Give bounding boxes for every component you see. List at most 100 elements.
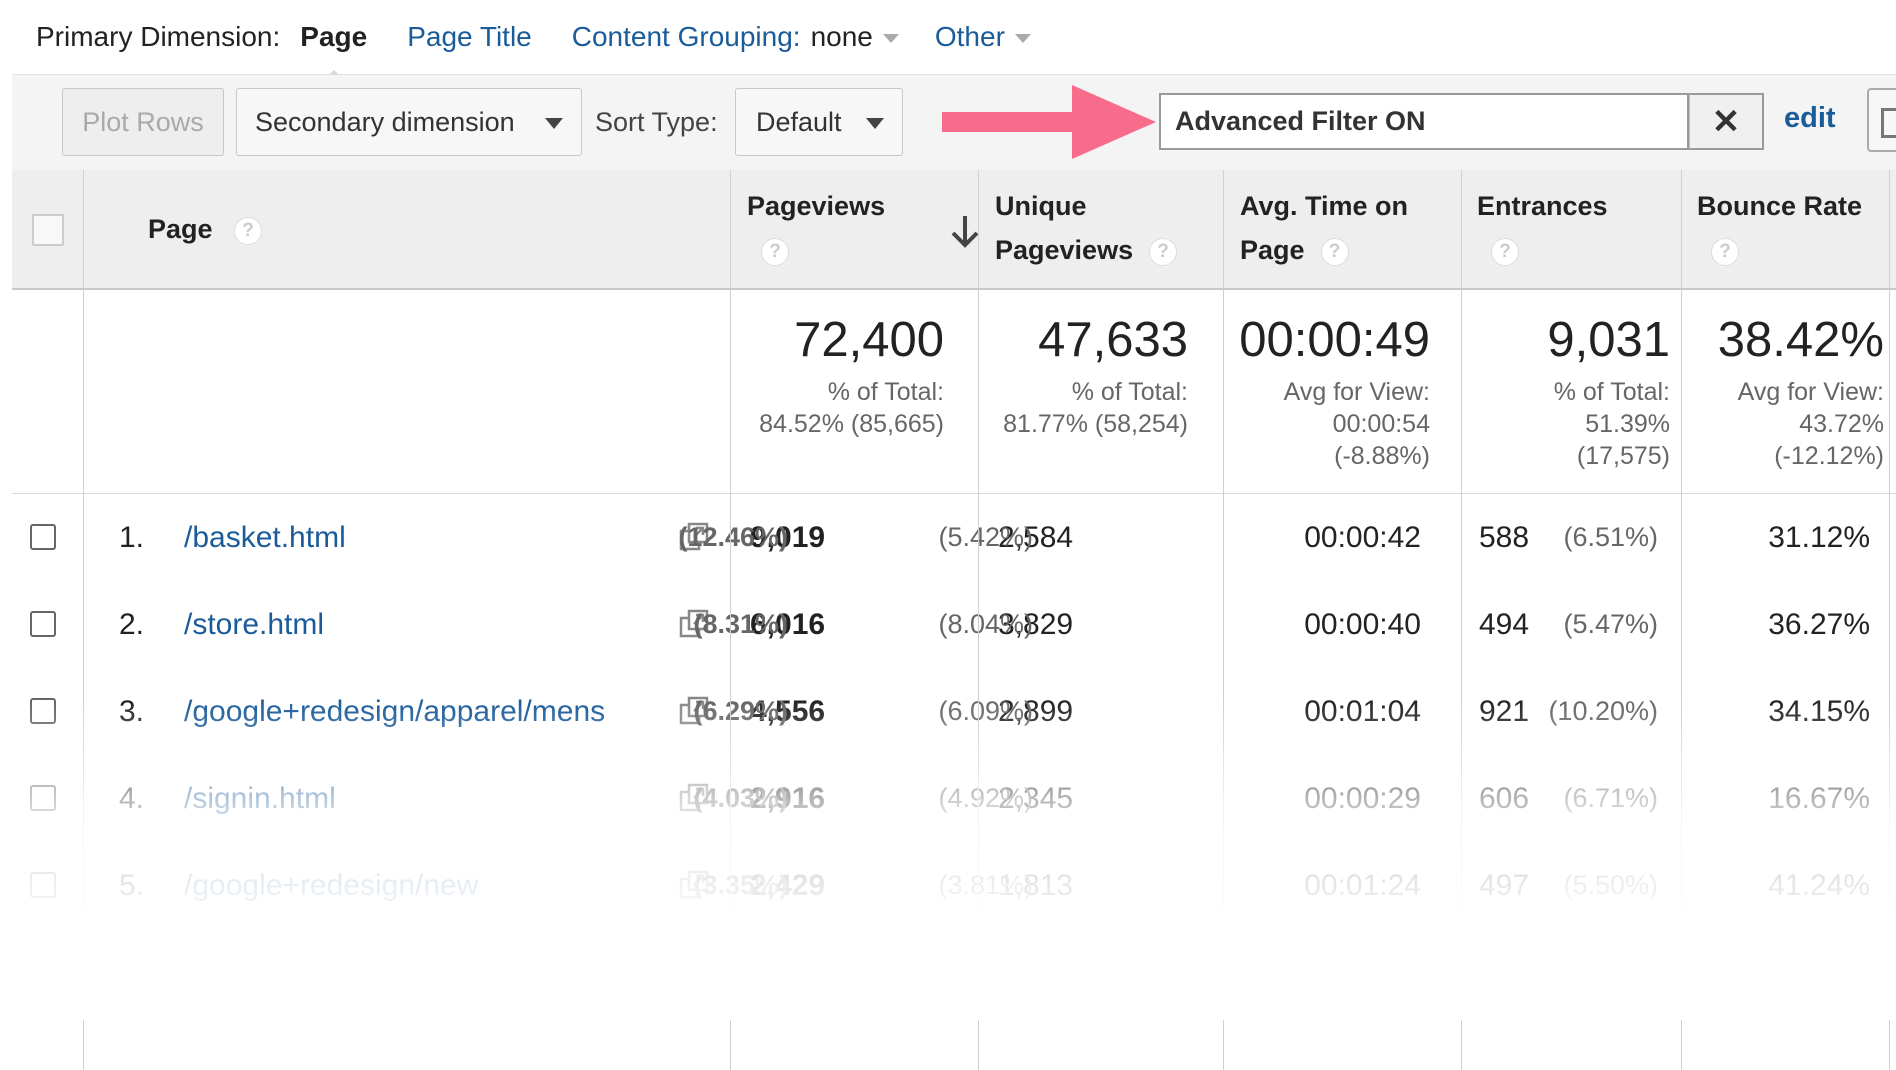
column-divider (1681, 170, 1682, 1070)
table-row[interactable]: 3. /google+redesign/apparel/mens 4,556 (… (12, 668, 1896, 756)
sort-type-label: Sort Type: (595, 107, 718, 137)
column-header-entrances[interactable]: Entrances ? (1477, 184, 1608, 272)
row-unique-percent: (3.81%) (938, 870, 1033, 900)
total-entrances-total: (17,575) (1576, 442, 1670, 470)
column-divider (730, 170, 731, 1070)
row-entrances: 494 (1479, 608, 1530, 641)
row-page-link[interactable]: /asearch.html (184, 929, 364, 1016)
total-avg-time-view: 00:00:54 (1332, 410, 1430, 438)
row-entrances: 497 (1479, 869, 1530, 902)
row-bounce-rate: 31.12% (1768, 521, 1870, 554)
column-divider (1223, 170, 1224, 1070)
help-icon[interactable]: ? (1149, 237, 1178, 266)
total-bounce-view: 43.72% (1799, 410, 1884, 438)
edit-filter-link[interactable]: edit (1784, 102, 1836, 135)
dimension-page-title-link[interactable]: Page Title (407, 21, 532, 53)
row-unique-percent: (5.42%) (938, 522, 1033, 552)
row-index: 1. (119, 521, 145, 554)
help-icon[interactable]: ? (234, 216, 263, 245)
total-entrances-detail: % of Total: 51.39% (17,575) (1554, 376, 1670, 472)
content-grouping-dropdown[interactable]: Content Grouping: none (572, 21, 899, 53)
total-avg-time-caption: Avg for View: (1283, 378, 1430, 406)
column-divider (1461, 170, 1462, 1070)
content-grouping-label: Content Grouping: (571, 21, 801, 52)
row-entrances-percent: (6.71%) (1563, 783, 1658, 813)
table-view-button[interactable] (1867, 88, 1896, 152)
table-row[interactable]: 1. /basket.html 9,019 (12.46%) 2,584 (5.… (12, 494, 1896, 582)
column-header-unique-line1: Unique (995, 191, 1087, 221)
help-icon[interactable]: ? (1320, 237, 1349, 266)
sort-type-dropdown[interactable]: Default (735, 88, 903, 156)
table-row[interactable]: 2. /store.html 6,016 (8.31%) 3,829 (8.04… (12, 581, 1896, 669)
row-index: 6. (119, 956, 145, 989)
row-checkbox[interactable] (30, 872, 56, 898)
row-page-link[interactable]: /google+redesign/apparel/mens (184, 668, 605, 755)
sort-descending-icon[interactable] (950, 214, 980, 250)
other-dimension-dropdown[interactable]: Other (935, 21, 1031, 53)
row-pageviews-percent: (12.46%) (678, 522, 788, 552)
chevron-down-icon (545, 118, 563, 129)
total-avg-time-detail: Avg for View: 00:00:54 (-8.88%) (1284, 376, 1430, 472)
total-bounce-diff: (-12.12%) (1774, 442, 1884, 470)
plot-rows-button[interactable]: Plot Rows (62, 88, 224, 156)
total-pageviews-detail: % of Total: 84.52% (85,665) (759, 376, 944, 440)
total-entrances-percent: 51.39% (1585, 410, 1670, 438)
row-avg-time: 00:01:24 (1304, 869, 1421, 902)
row-checkbox[interactable] (30, 785, 56, 811)
row-checkbox[interactable] (30, 959, 56, 985)
clear-filter-button[interactable]: ✕ (1689, 93, 1764, 150)
row-entrances: 588 (1479, 521, 1530, 554)
row-avg-time: 00:00:29 (1304, 782, 1421, 815)
row-avg-time: 00:00:40 (1304, 608, 1421, 641)
advanced-filter-input[interactable]: Advanced Filter ON (1159, 93, 1689, 150)
column-divider (83, 170, 84, 1070)
table-row[interactable]: 6. /asearch.html 2,290 (3.16%) 1,185 (2.… (12, 929, 1896, 1017)
primary-dimension-current[interactable]: Page (300, 21, 367, 79)
row-bounce-rate: 41.24% (1768, 869, 1870, 902)
row-page-link[interactable]: /store.html (184, 581, 324, 668)
help-icon[interactable]: ? (1491, 237, 1519, 266)
row-page-link[interactable]: /signin.html (184, 755, 336, 842)
row-entrances-percent: (5.47%) (1563, 609, 1658, 639)
column-header-pageviews[interactable]: Pageviews ? (747, 184, 885, 272)
secondary-dimension-dropdown[interactable]: Secondary dimension (236, 88, 582, 156)
total-unique-pageviews: 47,633 (1038, 313, 1188, 367)
help-icon[interactable]: ? (1711, 237, 1739, 266)
row-page-link[interactable]: /google+redesign/new (184, 842, 478, 929)
totals-row: 72,400 % of Total: 84.52% (85,665) 47,63… (12, 290, 1896, 494)
column-header-pageviews-label: Pageviews (747, 191, 886, 221)
row-index: 2. (119, 608, 145, 641)
row-checkbox[interactable] (30, 698, 56, 724)
row-entrances-percent: (10.20%) (1548, 696, 1658, 726)
row-bounce-rate: 16.67% (1768, 782, 1870, 815)
column-header-avgtime-line1: Avg. Time on (1240, 191, 1409, 221)
total-bounce-caption: Avg for View: (1737, 378, 1884, 406)
row-unique-percent: (8.04%) (938, 609, 1033, 639)
select-all-checkbox[interactable] (32, 214, 64, 246)
table-row[interactable]: 4. /signin.html 2,916 (4.03%) 2,345 (4.9… (12, 755, 1896, 843)
sort-type-value: Default (756, 106, 842, 137)
row-avg-time: 00:01:04 (1304, 695, 1421, 728)
column-header-unique-pageviews[interactable]: Unique Pageviews? (995, 184, 1178, 272)
row-entrances: 921 (1479, 695, 1530, 728)
row-checkbox[interactable] (30, 611, 56, 637)
row-pageviews-percent: (6.29%) (693, 696, 788, 726)
row-checkbox[interactable] (30, 524, 56, 550)
total-avg-time-diff: (-8.88%) (1334, 442, 1430, 470)
content-grouping-value: none (810, 21, 873, 52)
row-index: 4. (119, 782, 145, 815)
row-bounce-rate: 32.93% (1768, 956, 1870, 989)
help-icon[interactable]: ? (761, 237, 789, 266)
table-view-icon (1881, 108, 1896, 138)
row-entrances: 241 (1479, 956, 1530, 989)
table-row[interactable]: 5. /google+redesign/new 2,429 (3.35%) 1,… (12, 842, 1896, 930)
column-header-bounce-rate[interactable]: Bounce Rate ? (1697, 184, 1862, 272)
row-pageviews-percent: (4.03%) (693, 783, 788, 813)
column-header-avg-time[interactable]: Avg. Time on Page? (1240, 184, 1408, 272)
column-header-avgtime-line2: Page (1240, 235, 1305, 265)
row-avg-time: 00:00:55 (1304, 956, 1421, 989)
arrow-pointer-icon (942, 85, 1156, 159)
total-entrances-caption: % of Total: (1553, 378, 1670, 406)
column-header-page[interactable]: Page ? (148, 207, 263, 251)
row-page-link[interactable]: /basket.html (184, 494, 346, 581)
